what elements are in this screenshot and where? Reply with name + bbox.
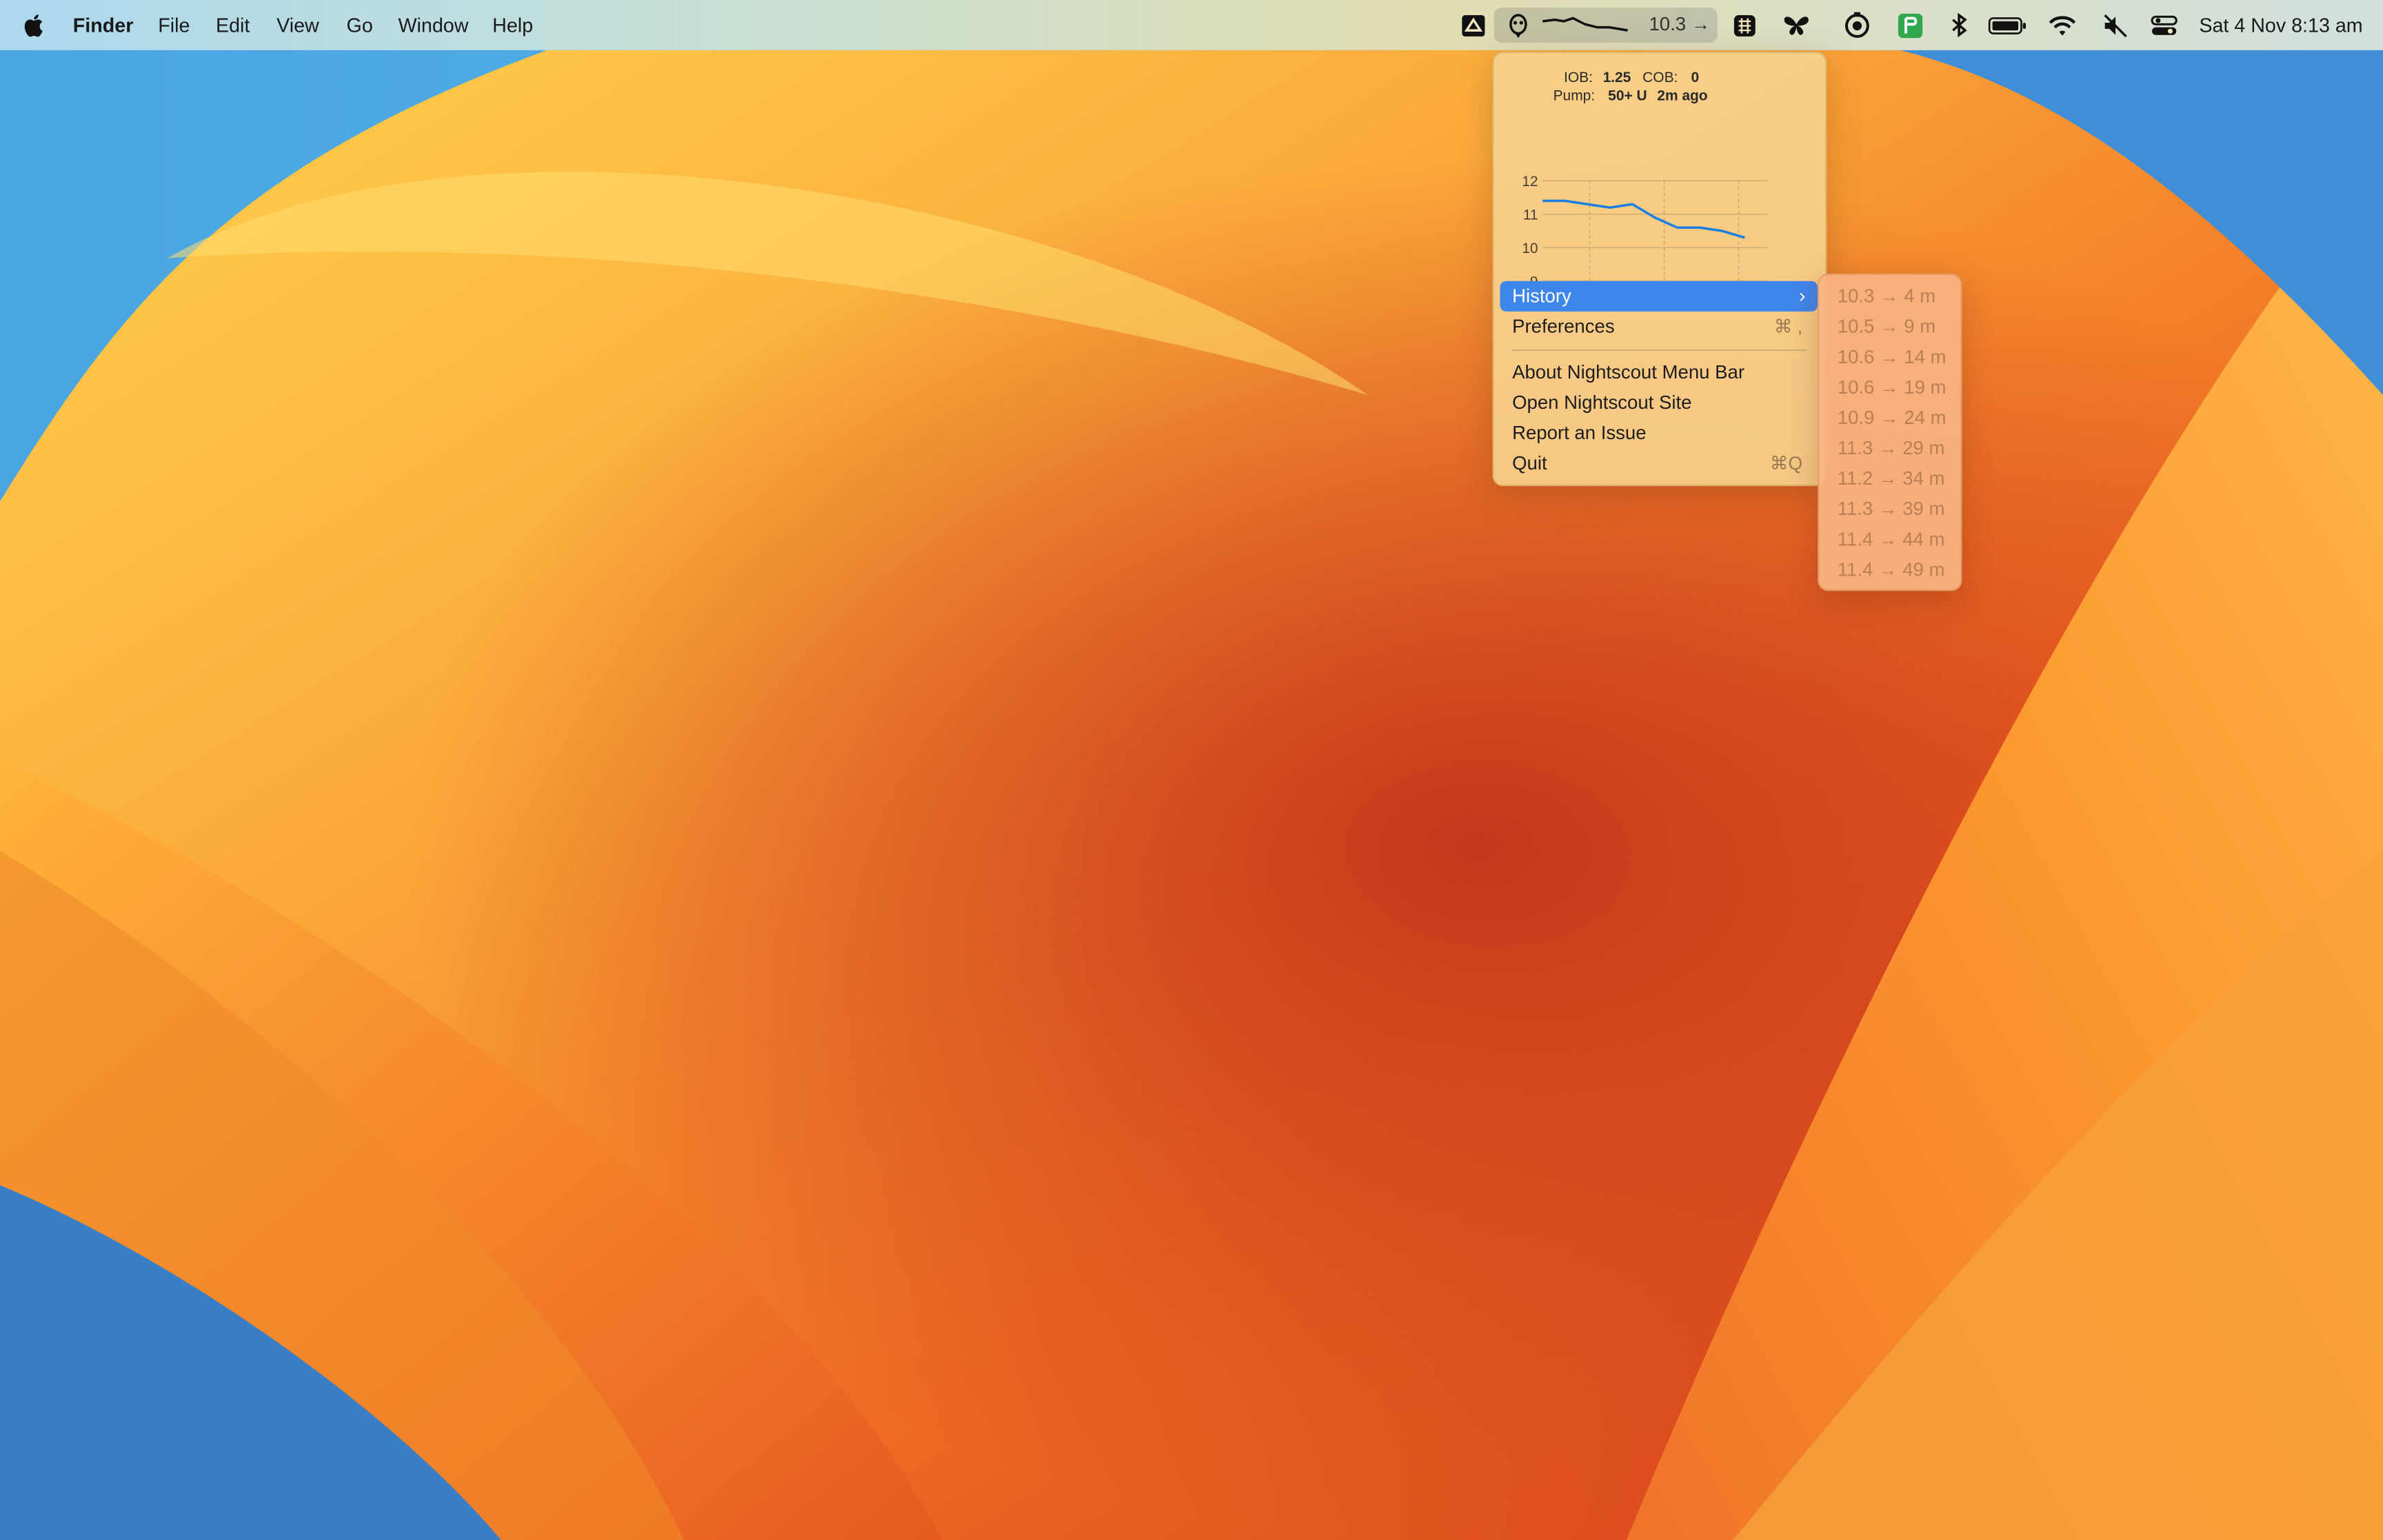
menu-window[interactable]: Window (398, 14, 468, 38)
cob-label: COB: (1642, 70, 1678, 87)
history-item[interactable]: 11.3 → 39 m (1838, 494, 1945, 524)
menu-item-history[interactable]: History › (1500, 281, 1818, 312)
menu-edit[interactable]: Edit (216, 14, 250, 38)
pump-age: 2m ago (1657, 88, 1708, 105)
y-tick-label: 10 (1522, 241, 1538, 256)
history-label: History (1512, 285, 1571, 307)
menu-item-report-issue[interactable]: Report an Issue (1500, 418, 1818, 448)
cob-value: 0 (1691, 70, 1700, 87)
nightscout-icon (1509, 14, 1527, 39)
iob-cob-line: IOB: 1.25 COB: 0 (1564, 70, 1699, 86)
menu-file[interactable]: File (158, 14, 190, 38)
chevron-right-icon: › (1798, 284, 1806, 307)
open-site-label: Open Nightscout Site (1512, 392, 1692, 414)
face-id-icon[interactable] (1842, 10, 1872, 41)
wifi-icon[interactable] (2047, 10, 2078, 41)
battery-icon[interactable] (1988, 10, 2027, 41)
glucose-status-text: 10.3 → (1649, 13, 1711, 35)
history-item[interactable]: 10.5 → 9 m (1838, 312, 1935, 342)
control-center-icon[interactable] (2149, 10, 2180, 41)
apple-logo-icon[interactable] (23, 12, 47, 38)
menu-separator (1512, 349, 1807, 352)
y-tick-label: 12 (1522, 174, 1538, 190)
pump-value: 50+ U (1608, 88, 1647, 105)
menu-item-quit[interactable]: Quit ⌘Q (1500, 448, 1818, 478)
glucose-series-line (1542, 199, 1745, 239)
history-item[interactable]: 11.4 → 44 m (1838, 524, 1945, 554)
butterfly-icon[interactable] (1781, 10, 1811, 41)
report-issue-label: Report an Issue (1512, 422, 1647, 444)
iob-value: 1.25 (1602, 70, 1631, 87)
quit-label: Quit (1512, 452, 1547, 474)
history-item[interactable]: 10.3 → 4 m (1838, 281, 1935, 312)
nightscout-dropdown-menu: IOB: 1.25 COB: 0 Pump: 50+ U 2m ago 12 11… (1492, 51, 1827, 487)
quit-shortcut: ⌘Q (1770, 452, 1803, 474)
menu-help[interactable]: Help (492, 14, 533, 38)
pump-label: Pump: (1553, 88, 1596, 105)
nightscout-status-item[interactable]: 10.3 → (1494, 8, 1718, 43)
about-label: About Nightscout Menu Bar (1512, 361, 1745, 383)
mute-icon[interactable] (2100, 10, 2131, 41)
history-item[interactable]: 10.6 → 19 m (1838, 372, 1947, 403)
menu-item-preferences[interactable]: Preferences ⌘ , (1500, 312, 1818, 342)
history-submenu: 10.3 → 4 m 10.5 → 9 m 10.6 → 14 m 10.6 →… (1818, 273, 1962, 591)
menu-go[interactable]: Go (347, 14, 373, 38)
sparkline-icon (1542, 17, 1628, 32)
menu-bar: Finder File Edit View Go Window Help 10.… (0, 0, 2383, 50)
history-item[interactable]: 11.3 → 29 m (1838, 433, 1945, 463)
green-app-icon[interactable] (1896, 10, 1926, 41)
preferences-shortcut: ⌘ , (1773, 316, 1803, 338)
history-item[interactable]: 10.6 → 14 m (1838, 342, 1947, 372)
menu-item-about[interactable]: About Nightscout Menu Bar (1500, 357, 1818, 387)
desktop-wallpaper (0, 0, 2383, 1540)
iob-label: IOB: (1564, 70, 1593, 87)
y-tick-label: 11 (1523, 207, 1538, 223)
drive-icon[interactable] (1459, 10, 1489, 41)
bluetooth-icon[interactable] (1944, 10, 1974, 41)
history-item[interactable]: 11.2 → 34 m (1838, 463, 1945, 494)
pump-line: Pump: 50+ U 2m ago (1554, 88, 1708, 105)
menu-item-open-site[interactable]: Open Nightscout Site (1500, 387, 1818, 418)
history-item[interactable]: 10.9 → 24 m (1838, 403, 1947, 433)
preferences-label: Preferences (1512, 316, 1615, 338)
menu-view[interactable]: View (276, 14, 319, 38)
history-item[interactable]: 11.4 → 49 m (1838, 554, 1945, 585)
menu-finder[interactable]: Finder (73, 14, 134, 38)
grid-app-icon[interactable] (1729, 10, 1760, 41)
clock[interactable]: Sat 4 Nov 8:13 am (2199, 14, 2362, 38)
